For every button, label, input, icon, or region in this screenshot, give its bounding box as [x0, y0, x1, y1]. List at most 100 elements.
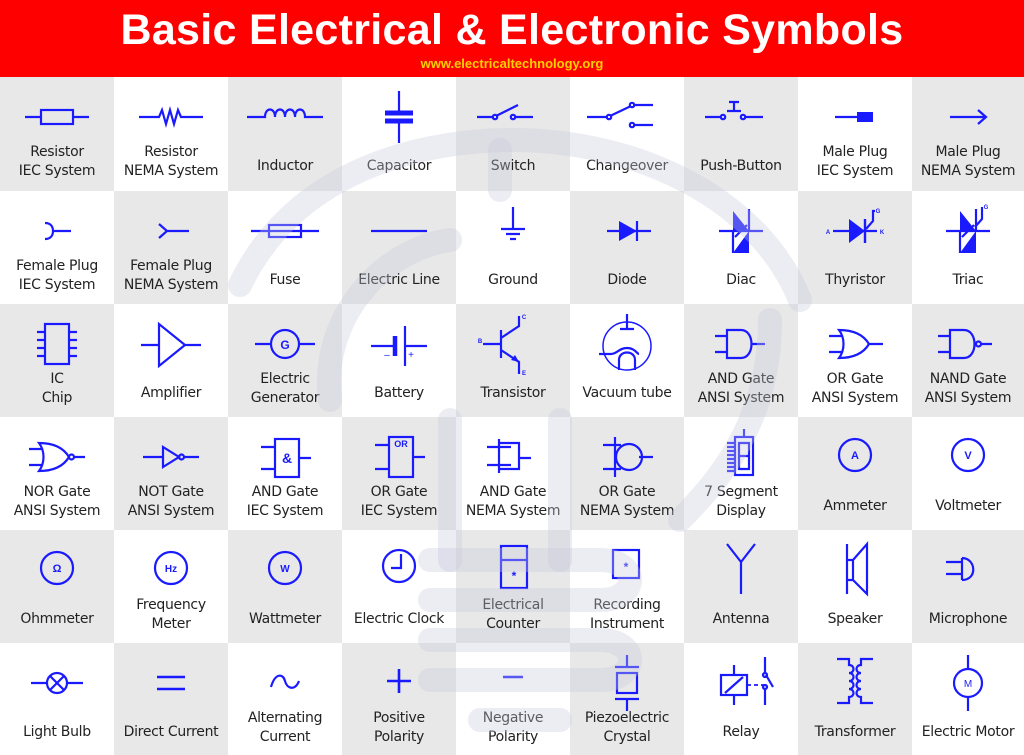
symbol-cell-relay: Relay	[684, 643, 798, 755]
speaker-icon	[845, 541, 869, 597]
symbol-label: AND Gate ANSI System	[684, 370, 798, 408]
negative-polarity-icon	[503, 675, 523, 679]
svg-text:A: A	[851, 450, 859, 462]
battery-icon: – +	[371, 326, 427, 366]
wattmeter-icon: W	[267, 550, 303, 586]
symbol-label-line: Speaker	[827, 611, 883, 627]
symbol-cell-fuse: Fuse	[228, 191, 342, 304]
symbol-label-line: Piezoelectric	[584, 710, 670, 726]
microphone-icon	[946, 556, 975, 582]
symbol-label-line: IEC System	[18, 277, 96, 293]
symbol-label-line: Changeover	[586, 158, 668, 174]
symbol-label: Frequency Meter	[114, 596, 228, 634]
symbol-label-line: OR Gate	[598, 484, 656, 500]
symbol-cell-resistor-iec: Resistor IEC System	[0, 77, 114, 191]
thyristor-icon: A K G	[826, 209, 885, 243]
symbol-label-line: IEC System	[246, 503, 324, 519]
ground-icon	[501, 207, 525, 241]
svg-text:OR: OR	[394, 439, 408, 449]
resistor-iec-icon	[25, 108, 89, 126]
amplifier-icon	[141, 321, 201, 369]
symbol-label-line: IEC System	[360, 503, 438, 519]
symbol-label: Triac	[912, 271, 1024, 290]
symbol-label: IC Chip	[0, 370, 114, 408]
symbol-label-line: 7 Segment	[704, 484, 778, 500]
symbol-cell-or-gate-ansi: OR Gate ANSI System	[798, 304, 912, 417]
symbol-label-line: Electrical	[482, 597, 544, 613]
and-gate-ansi-icon	[715, 328, 765, 360]
symbol-label: Electric Generator	[228, 370, 342, 408]
recording-instrument-icon: *	[611, 548, 641, 580]
symbol-label: Male Plug NEMA System	[912, 143, 1024, 181]
symbol-label-line: NOT Gate	[138, 484, 204, 500]
symbol-label: Antenna	[684, 610, 798, 629]
symbol-cell-or-gate-iec: OR OR Gate IEC System	[342, 417, 456, 530]
symbol-cell-nand-gate-ansi: NAND Gate ANSI System	[912, 304, 1024, 417]
symbol-cell-triac: G Triac	[912, 191, 1024, 304]
electric-clock-icon	[381, 548, 417, 584]
symbol-label: Negative Polarity	[456, 709, 570, 747]
transformer-icon	[837, 657, 873, 705]
symbol-cell-speaker: Speaker	[798, 530, 912, 643]
symbol-cell-light-bulb: Light Bulb	[0, 643, 114, 755]
symbol-cell-nor-gate-ansi: NOR Gate ANSI System	[0, 417, 114, 530]
piezoelectric-crystal-icon	[615, 655, 639, 711]
symbol-label-line: Microphone	[928, 611, 1008, 627]
symbol-label-line: AND Gate	[479, 484, 547, 500]
svg-text:E: E	[522, 371, 526, 377]
or-gate-iec-icon: OR	[375, 435, 425, 479]
female-plug-nema-icon	[158, 223, 189, 239]
and-gate-iec-icon: &	[261, 437, 311, 479]
symbol-label: Diac	[684, 271, 798, 290]
symbol-label: Vacuum tube	[570, 384, 684, 403]
symbol-label-line: Push-Button	[700, 158, 782, 174]
svg-text:V: V	[964, 450, 972, 462]
header-banner: Basic Electrical & Electronic Symbols ww…	[0, 0, 1024, 77]
symbol-label: Electric Clock	[342, 610, 456, 629]
ic-chip-icon	[37, 322, 77, 366]
symbol-label-line: AND Gate	[251, 484, 319, 500]
symbol-label-line: Instrument	[589, 616, 665, 632]
svg-text:B: B	[478, 339, 483, 345]
symbol-label-line: Electric	[260, 371, 310, 387]
symbol-label: Ammeter	[798, 497, 912, 516]
symbol-label-line: Amplifier	[140, 385, 202, 401]
electric-line-icon	[371, 229, 427, 233]
symbol-label: Thyristor	[798, 271, 912, 290]
symbol-label-line: ANSI System	[697, 390, 785, 406]
symbol-cell-diode: Diode	[570, 191, 684, 304]
symbol-label: NOR Gate ANSI System	[0, 483, 114, 521]
symbol-label: Positive Polarity	[342, 709, 456, 747]
symbol-label: Changeover	[570, 157, 684, 176]
symbol-cell-amplifier: Amplifier	[114, 304, 228, 417]
symbol-label: Alternating Current	[228, 709, 342, 747]
symbol-label: Transformer	[798, 723, 912, 742]
symbol-cell-vacuum-tube: Vacuum tube	[570, 304, 684, 417]
symbol-cell-ohmmeter: Ω Ohmmeter	[0, 530, 114, 643]
symbol-label-line: Negative	[482, 710, 544, 726]
symbol-cell-and-gate-iec: & AND Gate IEC System	[228, 417, 342, 530]
symbol-cell-ammeter: A Ammeter	[798, 417, 912, 530]
symbol-cell-voltmeter: V Voltmeter	[912, 417, 1024, 530]
not-gate-ansi-icon	[143, 445, 199, 469]
symbol-label-line: ANSI System	[811, 390, 899, 406]
alternating-current-icon	[269, 674, 301, 689]
symbol-label: Microphone	[912, 610, 1024, 629]
svg-text:Hz: Hz	[165, 564, 177, 575]
frequency-meter-icon: Hz	[153, 550, 189, 586]
symbol-label-line: NOR Gate	[23, 484, 91, 500]
symbol-cell-capacitor: Capacitor	[342, 77, 456, 191]
symbol-cell-transformer: Transformer	[798, 643, 912, 755]
svg-text:+: +	[408, 350, 414, 361]
symbol-label-line: Diac	[726, 272, 756, 288]
symbol-label: Electric Line	[342, 271, 456, 290]
symbol-label-line: Antenna	[712, 611, 770, 627]
symbol-label-line: IC	[50, 371, 64, 387]
symbol-label-line: Inductor	[257, 158, 313, 174]
symbol-label-line: Electric Motor	[921, 724, 1015, 740]
symbol-label-line: Relay	[722, 724, 760, 740]
symbol-label-line: Generator	[250, 390, 320, 406]
svg-text:*: *	[512, 569, 517, 583]
symbol-label: Transistor	[456, 384, 570, 403]
diac-icon	[719, 209, 763, 253]
